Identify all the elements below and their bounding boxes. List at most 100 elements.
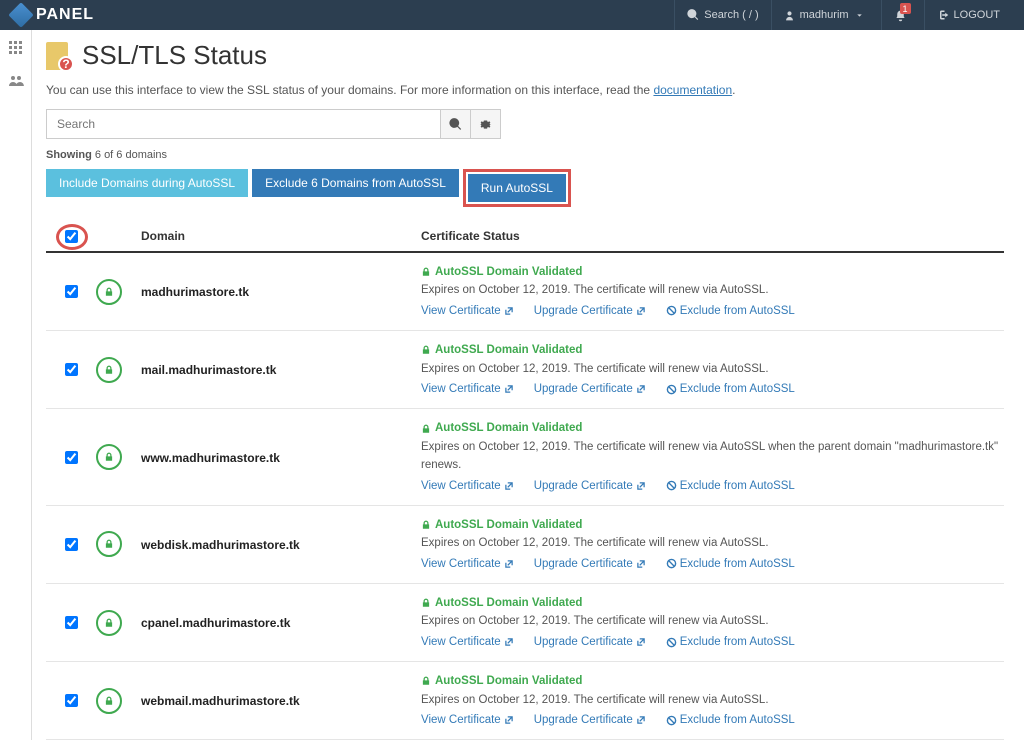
ssl-status-icon [96,531,122,557]
page-title: SSL/TLS Status [82,40,267,71]
view-certificate-link[interactable]: View Certificate [421,555,514,573]
external-link-icon [504,481,514,491]
view-certificate-link[interactable]: View Certificate [421,711,514,729]
upgrade-certificate-link[interactable]: Upgrade Certificate [534,380,646,398]
lock-icon [104,365,114,375]
table-row: madhurimastore.tk AutoSSL Domain Validat… [46,253,1004,331]
external-link-icon [636,384,646,394]
exclude-from-autossl-link[interactable]: Exclude from AutoSSL [666,477,795,495]
select-all-checkbox[interactable] [65,230,78,243]
ban-icon [666,558,677,569]
gear-icon [479,118,492,131]
showing-count: Showing 6 of 6 domains [46,149,1004,161]
external-link-icon [636,481,646,491]
chevron-down-icon [855,11,864,20]
search-icon [449,118,462,131]
search-icon [687,9,699,21]
row-checkbox[interactable] [65,616,78,629]
expiry-text: Expires on October 12, 2019. The certifi… [421,691,1004,709]
exclude-domains-button[interactable]: Exclude 6 Domains from AutoSSL [252,169,459,197]
content: ? SSL/TLS Status You can use this interf… [32,30,1024,740]
expiry-text: Expires on October 12, 2019. The certifi… [421,612,1004,630]
external-link-icon [504,559,514,569]
domain-name: mail.madhurimastore.tk [141,363,276,377]
lock-icon [104,287,114,297]
sidebar [0,30,32,740]
user-name: madhurim [800,9,849,21]
expiry-text: Expires on October 12, 2019. The certifi… [421,438,1004,475]
table-row: webdisk.madhurimastore.tk AutoSSL Domain… [46,506,1004,584]
lock-icon [421,676,431,686]
table-row: cpanel.madhurimastore.tk AutoSSL Domain … [46,584,1004,662]
upgrade-certificate-link[interactable]: Upgrade Certificate [534,477,646,495]
view-certificate-link[interactable]: View Certificate [421,380,514,398]
validated-status: AutoSSL Domain Validated [421,516,1004,534]
upgrade-certificate-link[interactable]: Upgrade Certificate [534,633,646,651]
lock-icon [421,598,431,608]
validated-status: AutoSSL Domain Validated [421,419,1004,437]
domain-name: cpanel.madhurimastore.tk [141,616,290,630]
upgrade-certificate-link[interactable]: Upgrade Certificate [534,711,646,729]
row-checkbox[interactable] [65,451,78,464]
upgrade-certificate-link[interactable]: Upgrade Certificate [534,555,646,573]
include-domains-button[interactable]: Include Domains during AutoSSL [46,169,248,197]
documentation-link[interactable]: documentation [653,83,732,97]
lock-icon [421,345,431,355]
lock-icon [104,452,114,462]
expiry-text: Expires on October 12, 2019. The certifi… [421,281,1004,299]
external-link-icon [636,715,646,725]
column-domain: Domain [141,229,421,243]
settings-button[interactable] [471,109,501,139]
brand-logo[interactable]: PANEL [12,6,94,24]
domain-name: www.madhurimastore.tk [141,451,280,465]
page-icon: ? [46,42,74,70]
exclude-from-autossl-link[interactable]: Exclude from AutoSSL [666,555,795,573]
row-checkbox[interactable] [65,285,78,298]
ssl-status-icon [96,279,122,305]
notif-badge: 1 [900,3,911,14]
search-input[interactable] [46,109,441,139]
row-checkbox[interactable] [65,538,78,551]
exclude-from-autossl-link[interactable]: Exclude from AutoSSL [666,633,795,651]
ssl-status-icon [96,688,122,714]
users-icon[interactable] [8,73,24,92]
run-autossl-button[interactable]: Run AutoSSL [468,174,566,202]
domain-name: madhurimastore.tk [141,285,249,299]
external-link-icon [504,715,514,725]
table-header: Domain Certificate Status [46,221,1004,253]
exclude-from-autossl-link[interactable]: Exclude from AutoSSL [666,302,795,320]
ssl-status-icon [96,357,122,383]
view-certificate-link[interactable]: View Certificate [421,633,514,651]
search-button[interactable] [441,109,471,139]
expiry-text: Expires on October 12, 2019. The certifi… [421,534,1004,552]
notifications-button[interactable]: 1 [881,0,924,30]
exclude-from-autossl-link[interactable]: Exclude from AutoSSL [666,711,795,729]
lock-icon [421,520,431,530]
lock-icon [104,539,114,549]
column-status: Certificate Status [421,229,1004,243]
top-header: PANEL Search ( / ) madhurim 1 LOGOUT [0,0,1024,30]
row-checkbox[interactable] [65,363,78,376]
user-icon [784,10,795,21]
ban-icon [666,480,677,491]
intro-text: You can use this interface to view the S… [46,83,1004,97]
logout-label: LOGOUT [954,9,1000,21]
brand-text: PANEL [36,6,94,24]
view-certificate-link[interactable]: View Certificate [421,302,514,320]
external-link-icon [504,306,514,316]
exclude-from-autossl-link[interactable]: Exclude from AutoSSL [666,380,795,398]
header-search[interactable]: Search ( / ) [674,0,770,30]
logout-button[interactable]: LOGOUT [924,0,1012,30]
validated-status: AutoSSL Domain Validated [421,672,1004,690]
validated-status: AutoSSL Domain Validated [421,594,1004,612]
ssl-status-icon [96,610,122,636]
row-checkbox[interactable] [65,694,78,707]
view-certificate-link[interactable]: View Certificate [421,477,514,495]
ban-icon [666,384,677,395]
upgrade-certificate-link[interactable]: Upgrade Certificate [534,302,646,320]
ban-icon [666,305,677,316]
apps-icon[interactable] [8,40,24,59]
user-menu[interactable]: madhurim [771,0,881,30]
external-link-icon [636,559,646,569]
ssl-status-icon [96,444,122,470]
